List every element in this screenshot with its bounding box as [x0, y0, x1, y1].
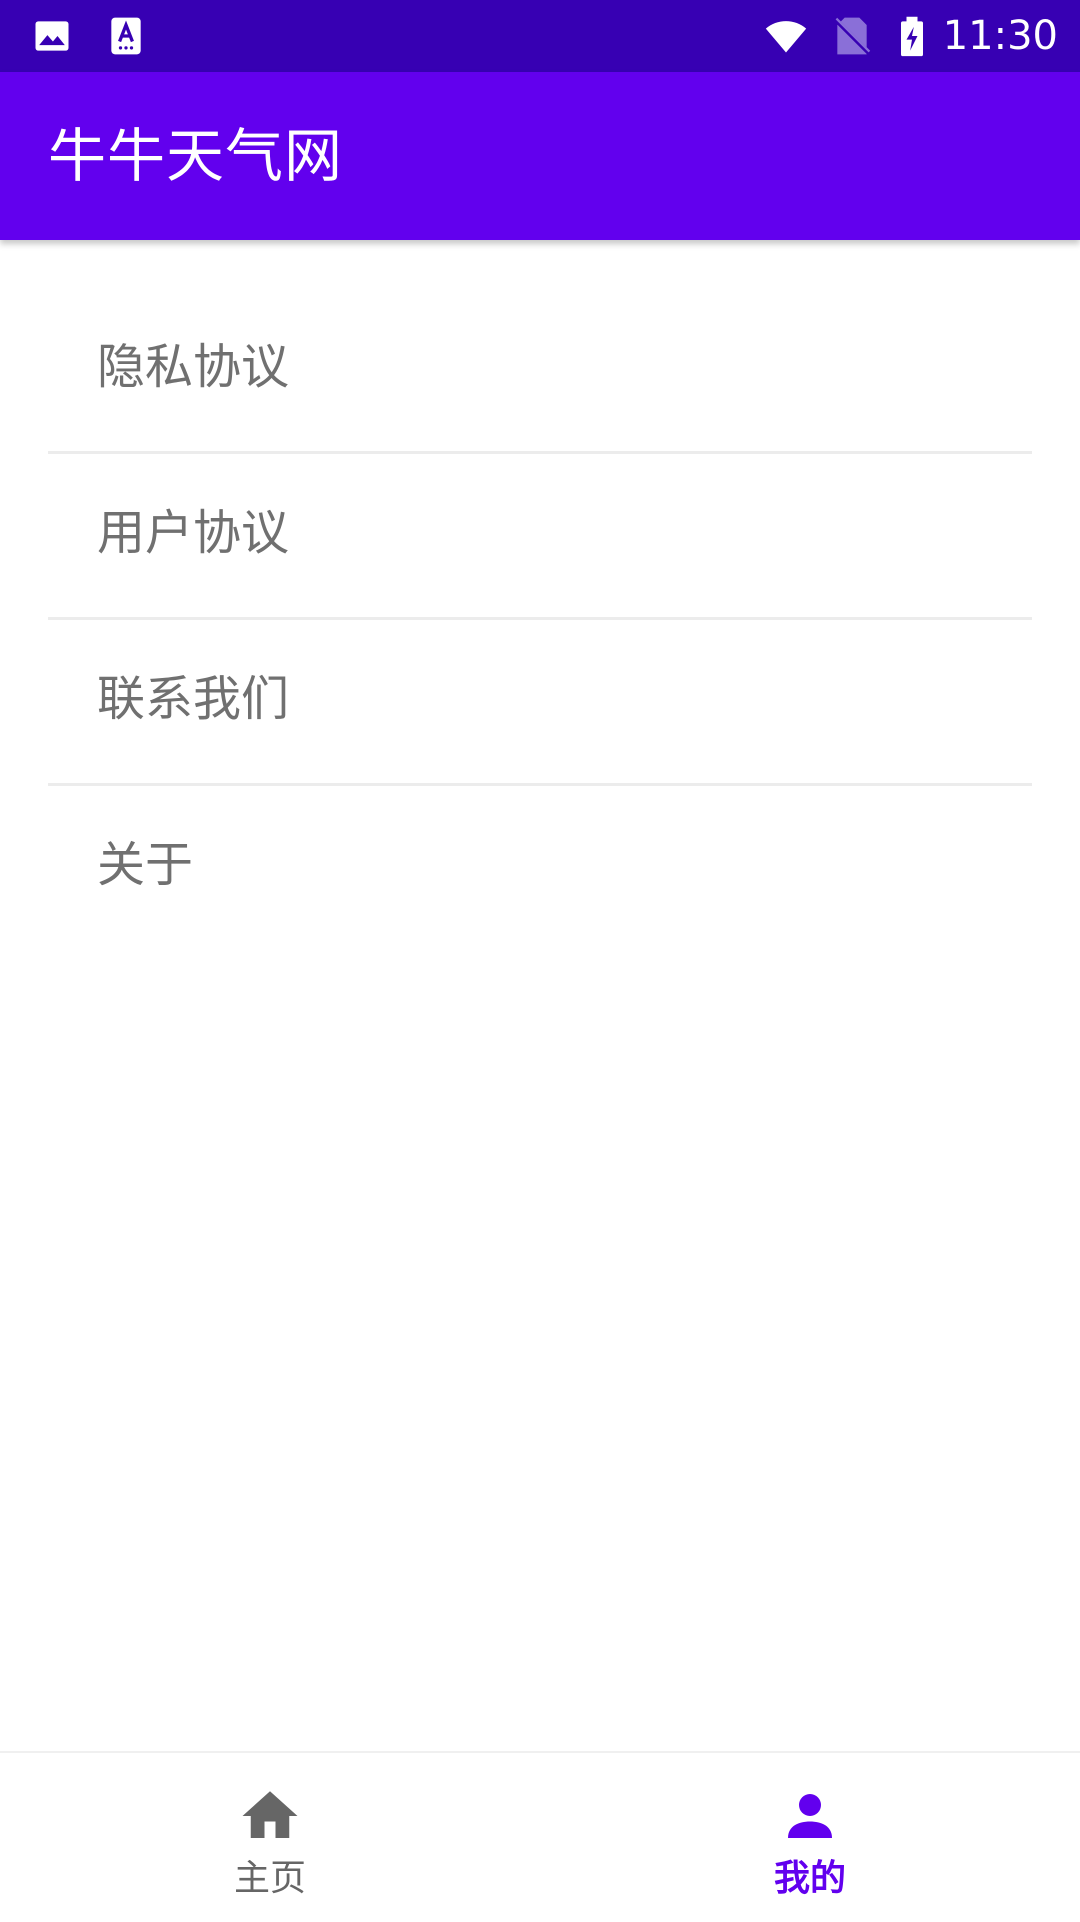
battery-charging-icon [901, 16, 923, 57]
menu-item-about[interactable]: 关于 [48, 786, 1032, 949]
menu-item-label: 用户协议 [97, 505, 290, 561]
nav-label-mine: 我的 [773, 1858, 846, 1899]
nav-label-home: 主页 [233, 1858, 306, 1899]
menu-item-privacy-policy[interactable]: 隐私协议 [48, 288, 1032, 454]
nav-item-mine[interactable]: 我的 [540, 1753, 1080, 1922]
menu-item-contact-us[interactable]: 联系我们 [48, 620, 1032, 786]
bottom-navigation: 主页 我的 [0, 1751, 1080, 1922]
person-icon [788, 1794, 832, 1838]
menu-item-label: 联系我们 [97, 671, 290, 727]
settings-menu: 隐私协议 用户协议 联系我们 关于 [0, 288, 1080, 949]
wifi-icon [765, 21, 807, 53]
status-time: 11:30 [942, 13, 1058, 59]
page-title: 牛牛天气网 [48, 122, 344, 190]
app-bar: 牛牛天气网 [0, 72, 1080, 240]
home-icon [242, 1791, 298, 1838]
status-bar: 11:30 [0, 0, 1080, 72]
menu-item-label: 隐私协议 [97, 339, 290, 395]
menu-item-label: 关于 [97, 837, 194, 893]
nav-item-home[interactable]: 主页 [0, 1753, 540, 1922]
no-sim-icon [833, 17, 871, 55]
text-notification-icon [111, 17, 141, 55]
menu-item-user-agreement[interactable]: 用户协议 [48, 454, 1032, 620]
image-icon [35, 21, 69, 51]
